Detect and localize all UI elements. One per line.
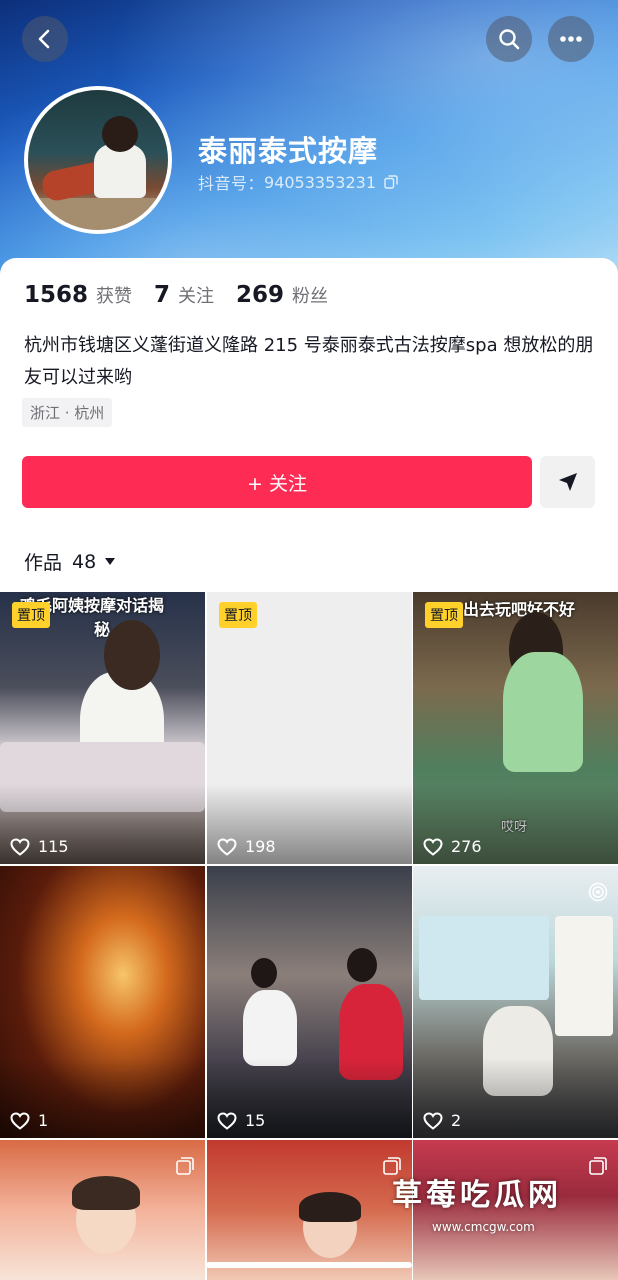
pinned-badge: 置顶 — [12, 602, 50, 628]
stat-likes: 1568 获赞 — [24, 282, 132, 308]
follow-button[interactable]: + 关注 — [22, 456, 532, 508]
caret-down-icon — [105, 557, 116, 565]
watermark-text: 草莓吃瓜网 — [392, 1178, 562, 1213]
figure-head-shape — [104, 620, 160, 690]
works-label: 作品 — [24, 552, 63, 574]
video-likes: 198 — [217, 837, 276, 856]
follow-button-label: + 关注 — [247, 472, 307, 495]
banner-shape — [555, 916, 613, 1036]
heart-icon — [10, 1111, 30, 1130]
video-likes: 2 — [423, 1111, 461, 1130]
live-icon — [588, 882, 608, 902]
chevron-left-icon — [38, 29, 50, 49]
stat-followers[interactable]: 269 粉丝 — [236, 282, 328, 308]
video-likes: 276 — [423, 837, 482, 856]
figure-hair-shape — [72, 1176, 140, 1210]
uid-label: 抖音号： — [198, 174, 265, 193]
video-likes-count: 115 — [38, 837, 69, 856]
stat-followers-label: 粉丝 — [292, 286, 329, 307]
heart-icon — [217, 1111, 237, 1130]
avatar[interactable] — [24, 86, 172, 234]
pinned-badge: 置顶 — [219, 602, 257, 628]
figure-head-shape — [251, 958, 277, 988]
video-tile[interactable] — [207, 1140, 412, 1280]
heart-icon — [10, 837, 30, 856]
video-likes: 15 — [217, 1111, 265, 1130]
uid-value: 94053353231 — [264, 172, 376, 192]
stat-following-label: 关注 — [178, 286, 215, 307]
screen-shape — [419, 916, 549, 1000]
pinned-badge: 置顶 — [425, 602, 463, 628]
video-tile[interactable]: 1 — [0, 866, 205, 1138]
avatar-figure-head — [102, 116, 138, 152]
share-button[interactable] — [540, 456, 595, 508]
works-count: 48 — [72, 550, 97, 573]
video-likes-count: 2 — [451, 1111, 462, 1130]
video-likes: 1 — [10, 1111, 48, 1130]
video-likes: 115 — [10, 837, 69, 856]
avatar-figure-body — [94, 144, 146, 198]
stat-following[interactable]: 7 关注 — [154, 282, 214, 308]
more-dots-icon — [560, 36, 582, 42]
profile-sheet: 1568 获赞 7 关注 269 粉丝 杭州市钱塘区义蓬街道义隆路 215 号泰… — [0, 258, 618, 1280]
stat-likes-label: 获赞 — [96, 286, 133, 307]
avatar-floor — [28, 198, 168, 230]
copy-icon[interactable] — [384, 175, 398, 189]
stat-likes-value: 1568 — [24, 282, 89, 308]
search-icon — [499, 29, 520, 50]
figure-shape — [503, 652, 583, 772]
heart-icon — [423, 837, 443, 856]
stat-followers-value: 269 — [236, 282, 285, 308]
video-likes-count: 1 — [38, 1111, 49, 1130]
video-likes-count: 198 — [245, 837, 276, 856]
location-tag[interactable]: 浙江 · 杭州 — [22, 398, 113, 427]
video-tile[interactable]: 出去玩吧好不好 哎呀 置顶 276 — [413, 592, 618, 864]
back-button[interactable] — [22, 16, 68, 62]
stat-following-value: 7 — [154, 282, 171, 308]
video-tile[interactable]: 置顶 198 — [207, 592, 412, 864]
video-tile[interactable]: 15 — [207, 866, 412, 1138]
uid-row[interactable]: 抖音号： 94053353231 — [198, 170, 398, 194]
send-icon — [558, 473, 577, 491]
figure-shape — [243, 990, 297, 1066]
search-button[interactable] — [486, 16, 532, 62]
figure-head-shape — [347, 948, 377, 982]
multi-image-icon — [176, 1157, 194, 1175]
more-button[interactable] — [548, 16, 594, 62]
video-cover-title: 出去玩吧好不好 — [463, 600, 576, 619]
watermark-url: www.cmcgw.com — [432, 1220, 535, 1234]
video-likes-count: 276 — [451, 837, 482, 856]
bio-text: 杭州市钱塘区义蓬街道义隆路 215 号泰丽泰式古法按摩spa 想放松的朋友可以过… — [24, 335, 594, 388]
heart-icon — [217, 837, 237, 856]
works-tab[interactable]: 作品 48 — [24, 548, 116, 575]
video-tile[interactable]: 鸡毛阿姨按摩对话揭 秘 置顶 115 — [0, 592, 205, 864]
video-tile[interactable]: 2 — [413, 866, 618, 1138]
figure-hair-shape — [299, 1192, 361, 1222]
stats-row: 1568 获赞 7 关注 269 粉丝 — [24, 282, 328, 308]
video-likes-count: 15 — [245, 1111, 266, 1130]
watermark: 草莓吃瓜网 www.cmcgw.com — [392, 1170, 562, 1234]
video-tile[interactable] — [0, 1140, 205, 1280]
home-indicator[interactable] — [206, 1262, 412, 1268]
heart-icon — [423, 1111, 443, 1130]
multi-image-icon — [589, 1157, 607, 1175]
profile-name: 泰丽泰式按摩 — [198, 134, 379, 168]
